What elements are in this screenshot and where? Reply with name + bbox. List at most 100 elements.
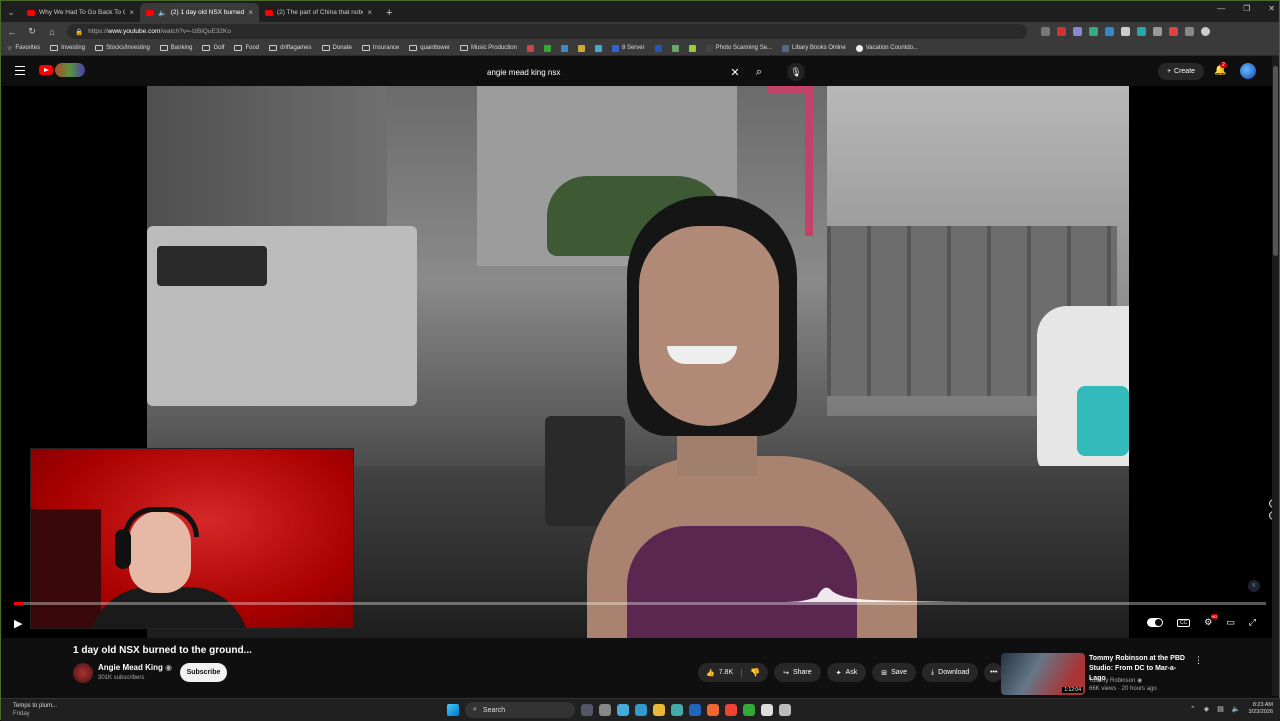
settings-app-icon[interactable] <box>617 704 629 716</box>
extension-icon[interactable] <box>1089 27 1098 36</box>
taskbar-search[interactable]: ⌕ Search <box>465 702 575 718</box>
settings-menu-icon[interactable] <box>1185 27 1194 36</box>
share-button[interactable]: ↪ Share <box>774 663 821 682</box>
url-field[interactable]: 🔒 https://www.youtube.com/watch?v=-IzBiQ… <box>67 24 1027 39</box>
bookmark-icon[interactable] <box>688 44 696 52</box>
download-button[interactable]: ⤓ Download <box>922 663 979 682</box>
bookmark-folder[interactable]: quanttower <box>409 45 450 51</box>
bookmark-icon[interactable] <box>526 44 534 52</box>
extension-icon[interactable] <box>1057 27 1066 36</box>
location-icon[interactable]: ◈ <box>1204 705 1209 713</box>
maximize-icon[interactable]: ❐ <box>1243 4 1250 13</box>
profile-avatar[interactable] <box>1201 27 1210 36</box>
bookmark-icon[interactable] <box>577 44 585 52</box>
recommendation-thumbnail[interactable]: 1:12:04 <box>1001 653 1085 695</box>
create-button[interactable]: + Create <box>1158 63 1204 80</box>
app-icon[interactable] <box>635 704 647 716</box>
autoplay-toggle[interactable] <box>1146 618 1163 627</box>
channel-avatar[interactable] <box>73 663 93 683</box>
notifications-icon[interactable]: 🔔 2 <box>1214 62 1227 76</box>
bookmark-folder[interactable]: Investing <box>50 45 85 51</box>
ask-button[interactable]: ✦ Ask <box>826 663 867 682</box>
extension-icon[interactable] <box>1137 27 1146 36</box>
tab-1[interactable]: Why We Had To Go Back To Califo × <box>21 3 140 22</box>
captions-icon[interactable]: CC <box>1176 618 1191 627</box>
file-explorer-icon[interactable] <box>653 704 665 716</box>
extension-icon[interactable] <box>1105 27 1114 36</box>
app-icon[interactable] <box>779 704 791 716</box>
recommendation-more-icon[interactable]: ⋮ <box>1194 655 1203 666</box>
search-icon[interactable]: ⌕ <box>744 66 774 79</box>
tab-3[interactable]: (2) The part of China that nobody × <box>259 3 378 22</box>
minimize-icon[interactable]: — <box>1217 4 1225 13</box>
extension-icon[interactable] <box>1153 27 1162 36</box>
new-tab-button[interactable]: + <box>378 7 400 22</box>
subscribe-button[interactable]: Subscribe <box>180 663 227 682</box>
extension-icon[interactable] <box>1073 27 1082 36</box>
audio-icon[interactable]: 🔈 <box>158 9 167 17</box>
bookmark-folder[interactable]: Insurance <box>361 45 399 51</box>
firefox-icon[interactable] <box>707 704 719 716</box>
bookmark-photo-scanning[interactable]: Photo Scanning Se... <box>705 44 772 52</box>
account-avatar[interactable] <box>1240 63 1256 79</box>
recommendation-channel[interactable]: Tommy Robinson ◉ <box>1089 677 1142 684</box>
doodle-logo[interactable] <box>55 63 85 77</box>
tab-actions-icon[interactable]: ⌄ <box>1 2 21 22</box>
save-button[interactable]: ⊞ Save <box>872 663 917 682</box>
close-window-icon[interactable]: ✕ <box>1268 4 1275 13</box>
like-button[interactable]: 👍 7.8K <box>698 668 743 677</box>
search-box[interactable]: angie mead king nsx ✕ ⌕ <box>478 63 774 81</box>
bookmark-icon[interactable] <box>543 44 551 52</box>
task-view-icon[interactable] <box>599 704 611 716</box>
bookmark-folder[interactable]: driftagames <box>269 45 312 51</box>
progress-bar[interactable] <box>14 602 1266 605</box>
youtube-logo-icon[interactable] <box>39 65 53 75</box>
xbox-icon[interactable] <box>743 704 755 716</box>
bookmark-folder[interactable]: Stocks/Investing <box>95 45 150 51</box>
close-tab-icon[interactable]: × <box>367 8 372 17</box>
bookmark-folder[interactable]: Food <box>234 45 259 51</box>
bookmark-icon[interactable] <box>560 44 568 52</box>
clock[interactable]: 8:23 AM 3/23/2026 <box>1249 702 1273 716</box>
clear-search-icon[interactable]: ✕ <box>726 66 744 79</box>
chevron-up-icon[interactable]: ⌃ <box>1190 705 1196 713</box>
bookmark-folder[interactable]: Golf <box>202 45 224 51</box>
bookmark-icon[interactable] <box>671 44 679 52</box>
play-icon[interactable]: ▶ <box>14 617 26 631</box>
video-player[interactable]: K ▶ CC ⚙ HD ▭ ⤢ <box>2 86 1272 638</box>
scrollbar-thumb[interactable] <box>1273 66 1278 256</box>
close-tab-icon[interactable]: × <box>129 8 134 17</box>
bookmark-favorites[interactable]: ☆ Favorites <box>7 45 40 52</box>
refresh-icon[interactable]: ↻ <box>27 26 37 37</box>
brave-icon[interactable] <box>725 704 737 716</box>
bookmark-folder[interactable]: Music Production <box>459 45 517 51</box>
bookmark-icon[interactable] <box>594 44 602 52</box>
bookmark-library-books[interactable]: Libary Books Online <box>782 44 846 52</box>
widgets-icon[interactable] <box>581 704 593 716</box>
channel-watermark[interactable]: K <box>1248 580 1260 592</box>
search-input[interactable]: angie mead king nsx <box>478 68 726 77</box>
start-icon[interactable] <box>447 704 459 716</box>
volume-icon[interactable]: 🔈 <box>1232 705 1241 713</box>
bookmark-vacation-countdown[interactable]: Vacation Countdo... <box>855 44 918 52</box>
weather-widget[interactable]: Temps to plum... Friday <box>13 702 57 718</box>
extension-icon[interactable] <box>1041 27 1050 36</box>
menu-icon[interactable] <box>15 66 25 75</box>
close-tab-icon[interactable]: × <box>248 8 253 17</box>
bookmark-folder[interactable]: Banking <box>159 45 192 51</box>
bookmark-8-server[interactable]: 8 Server <box>611 44 645 52</box>
channel-name[interactable]: Angie Mead King ◉ <box>98 663 172 672</box>
dislike-icon[interactable]: 👎 <box>742 668 768 677</box>
settings-icon[interactable]: ⚙ HD <box>1204 614 1219 628</box>
scrollbar[interactable] <box>1272 56 1279 696</box>
app-icon[interactable] <box>689 704 701 716</box>
network-icon[interactable]: ▤ <box>1217 705 1224 713</box>
microphone-icon[interactable]: 🎙 <box>787 63 805 81</box>
edge-icon[interactable] <box>671 704 683 716</box>
home-icon[interactable]: ⌂ <box>47 27 57 37</box>
bookmark-folder[interactable]: Donate <box>321 45 352 51</box>
extension-icon[interactable] <box>1169 27 1178 36</box>
store-icon[interactable] <box>761 704 773 716</box>
fullscreen-icon[interactable]: ⤢ <box>1249 617 1256 628</box>
tab-2[interactable]: 🔈 (2) 1 day old NSX burned to the × <box>140 3 259 22</box>
